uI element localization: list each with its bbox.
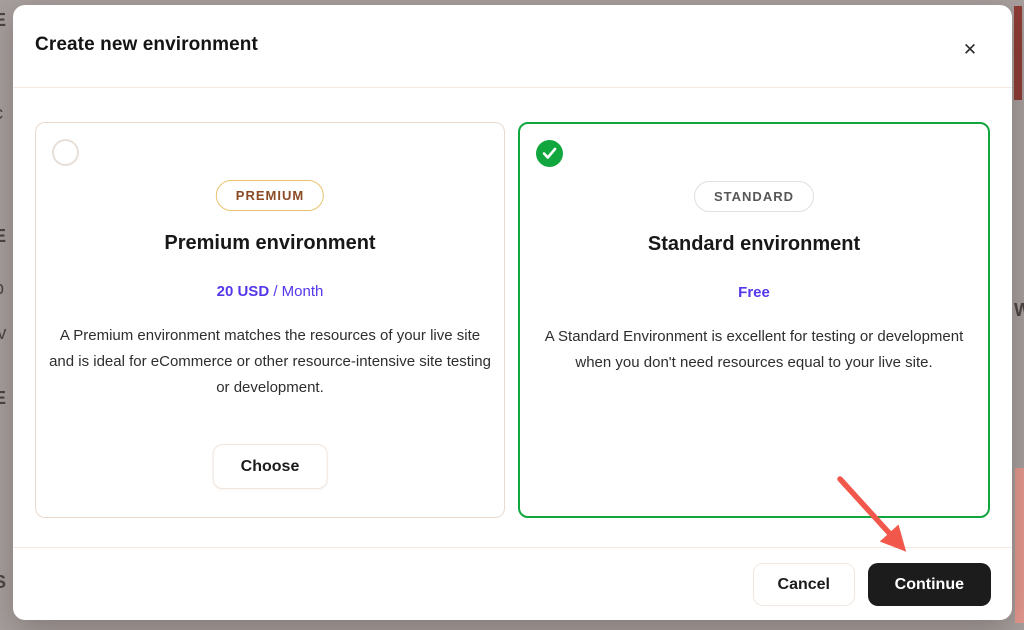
bg-red-strip — [1014, 6, 1022, 100]
premium-plan-description: A Premium environment matches the resour… — [49, 323, 491, 401]
choose-button[interactable]: Choose — [213, 444, 328, 489]
price-amount: 20 USD — [217, 283, 270, 300]
dialog-title: Create new environment — [35, 34, 258, 56]
dialog-footer: Cancel Continue — [13, 547, 1012, 620]
radio-unselected-icon[interactable] — [52, 139, 79, 166]
standard-plan-price: Free — [520, 284, 988, 301]
standard-plan-name: Standard environment — [520, 233, 988, 256]
bg-text-fragment: 'v — [0, 323, 6, 344]
bg-text-fragment: c — [0, 103, 3, 124]
standard-badge: STANDARD — [694, 181, 814, 212]
plan-options: PREMIUM Premium environment 20 USD / Mon… — [13, 89, 1012, 551]
premium-badge: PREMIUM — [216, 180, 324, 211]
check-circle-icon[interactable] — [536, 140, 563, 167]
price-suffix: / Month — [269, 283, 323, 300]
bg-text-fragment: E — [0, 388, 6, 409]
continue-button[interactable]: Continue — [868, 563, 991, 606]
bg-text-fragment: S — [0, 572, 6, 593]
premium-plan-card[interactable]: PREMIUM Premium environment 20 USD / Mon… — [35, 122, 505, 518]
premium-plan-name: Premium environment — [36, 232, 504, 255]
bg-salmon-strip — [1015, 468, 1024, 623]
bg-text-fragment: E — [0, 10, 6, 31]
standard-plan-card[interactable]: STANDARD Standard environment Free A Sta… — [518, 122, 990, 518]
premium-plan-price: 20 USD / Month — [36, 283, 504, 300]
bg-text-fragment: W — [1014, 300, 1024, 321]
standard-plan-description: A Standard Environment is excellent for … — [533, 324, 975, 376]
bg-text-fragment: p — [0, 278, 4, 299]
create-environment-dialog: Create new environment ✕ PREMIUM Premium… — [13, 5, 1012, 620]
bg-text-fragment: E — [0, 226, 6, 247]
close-icon[interactable]: ✕ — [958, 38, 982, 62]
cancel-button[interactable]: Cancel — [753, 563, 855, 606]
price-amount: Free — [738, 284, 770, 301]
dialog-header: Create new environment ✕ — [13, 5, 1012, 88]
checkmark-icon — [542, 147, 557, 160]
